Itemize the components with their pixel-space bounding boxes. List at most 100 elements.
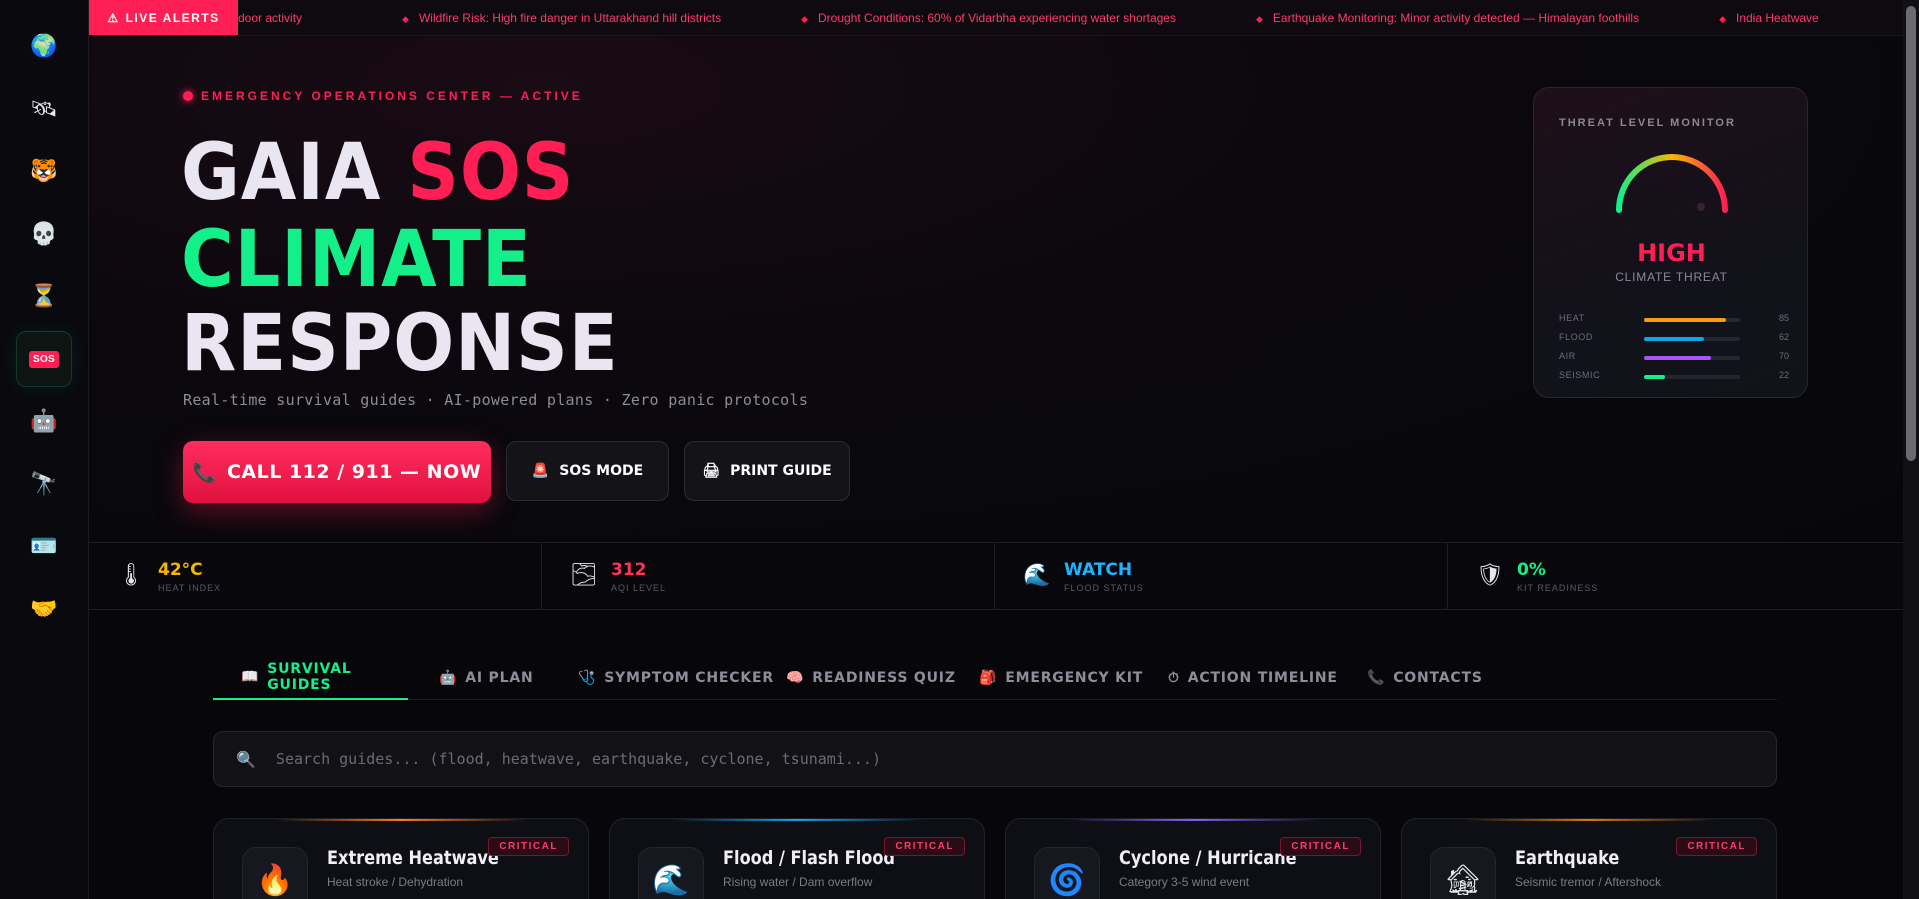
stat-value: 312 <box>611 560 647 580</box>
ticker-item: door activity <box>238 11 303 25</box>
cyclone-icon: 🌀 <box>1034 847 1100 899</box>
page-title-line-1: GAIA SOS <box>181 128 575 218</box>
card-subtitle: Seismic tremor / Aftershock <box>1515 875 1662 889</box>
globe-icon[interactable]: 🌍 <box>22 24 66 68</box>
sos-icon: SOS <box>28 350 60 368</box>
thermometer-icon: 🌡 <box>117 563 145 588</box>
tab-survival-guides[interactable]: 📖 SURVIVAL GUIDES <box>213 656 408 700</box>
call-emergency-button[interactable]: 📞 CALL 112 / 911 — NOW <box>183 441 491 503</box>
stat-aqi-level: 🌫 312 AQI LEVEL <box>542 543 995 609</box>
threat-gauge <box>1616 154 1728 213</box>
id-card-icon[interactable]: 🪪 <box>22 524 66 568</box>
tiger-icon[interactable]: 🐯 <box>22 149 66 193</box>
tab-symptom-checker[interactable]: 🩺 SYMPTOM CHECKER <box>578 656 774 700</box>
tab-action-timeline[interactable]: ⏱ ACTION TIMELINE <box>1168 656 1338 700</box>
threat-meter-heat: HEAT 85 <box>1559 313 1789 327</box>
meter-value: 85 <box>1778 313 1789 323</box>
search-input[interactable] <box>275 750 1676 768</box>
card-accent-line <box>274 819 528 821</box>
skull-icon[interactable]: 💀 <box>22 212 66 256</box>
meter-fill <box>1644 356 1712 360</box>
stat-label: HEAT INDEX <box>158 583 222 593</box>
meter-value: 62 <box>1778 332 1789 342</box>
ticker-items: door activity ◆ Wildfire Risk: High fire … <box>238 0 1899 35</box>
tagline: Real-time survival guides · AI-powered p… <box>183 391 809 409</box>
card-title: Extreme Heatwave <box>327 847 499 869</box>
card-subtitle: Heat stroke / Dehydration <box>327 875 464 889</box>
fog-icon: 🌫 <box>570 563 598 588</box>
card-title: Earthquake <box>1515 847 1620 869</box>
hourglass-icon[interactable]: ⏳ <box>22 274 66 318</box>
severity-badge: CRITICAL <box>1676 837 1757 856</box>
threat-title: THREAT LEVEL MONITOR <box>1559 117 1736 129</box>
meter-track <box>1644 356 1740 360</box>
stat-label: FLOOD STATUS <box>1064 583 1144 593</box>
stat-value: 0% <box>1517 560 1546 580</box>
meter-track <box>1644 318 1740 322</box>
phone-icon: 📞 <box>1367 670 1386 686</box>
stat-value: 42°C <box>158 560 203 580</box>
stat-flood-status: 🌊 WATCH FLOOD STATUS <box>995 543 1448 609</box>
threat-meter-air: AIR 70 <box>1559 351 1789 365</box>
meter-fill <box>1644 318 1726 322</box>
fire-icon: 🔥 <box>242 847 308 899</box>
sidebar-item-sos[interactable]: SOS <box>16 331 72 387</box>
tab-contacts[interactable]: 📞 CONTACTS <box>1367 656 1483 700</box>
hero: EMERGENCY OPERATIONS CENTER — ACTIVE GAI… <box>89 36 1903 542</box>
meter-fill <box>1644 337 1704 341</box>
telescope-icon[interactable]: 🔭 <box>22 462 66 506</box>
severity-badge: CRITICAL <box>1280 837 1361 856</box>
phone-icon: 📞 <box>192 461 217 484</box>
shield-icon: 🛡 <box>1476 563 1504 588</box>
ticker-item: ◆ Wildfire Risk: High fire danger in Utta… <box>402 11 722 25</box>
live-alerts-text: LIVE ALERTS <box>125 11 220 25</box>
card-accent-line <box>1066 819 1320 821</box>
severity-badge: CRITICAL <box>884 837 965 856</box>
brain-icon: 🧠 <box>786 670 805 686</box>
stats-bar: 🌡 42°C HEAT INDEX 🌫 312 AQI LEVEL 🌊 WATC… <box>89 542 1903 610</box>
meter-track <box>1644 337 1740 341</box>
stat-label: KIT READINESS <box>1517 583 1599 593</box>
alert-dot-icon: ◆ <box>1255 14 1263 24</box>
warning-icon: ⚠ <box>107 11 120 25</box>
card-accent-line <box>670 819 924 821</box>
tab-readiness-quiz[interactable]: 🧠 READINESS QUIZ <box>786 656 956 700</box>
alert-dot-icon: ◆ <box>801 14 808 24</box>
stat-kit-readiness: 🛡 0% KIT READINESS <box>1448 543 1901 609</box>
threat-level-value: HIGH <box>1637 239 1706 267</box>
handshake-icon[interactable]: 🤝 <box>22 587 66 631</box>
meter-value: 70 <box>1778 351 1789 361</box>
scrollbar-thumb[interactable] <box>1906 6 1916 461</box>
stat-heat-index: 🌡 42°C HEAT INDEX <box>89 543 542 609</box>
sos-mode-button[interactable]: 🚨 SOS MODE <box>506 441 669 501</box>
card-title: Cyclone / Hurricane <box>1119 847 1297 869</box>
live-dot-icon <box>183 91 193 101</box>
alert-ticker: ⚠ LIVE ALERTS door activity ◆ Wildfire Ri… <box>89 0 1903 36</box>
damaged-house-icon: 🏚 <box>1430 847 1496 899</box>
printer-icon: 🖨 <box>702 463 721 479</box>
ticker-item: ◆ India Heatwave <box>1719 11 1819 25</box>
book-icon: 📖 <box>241 669 260 685</box>
print-guide-button[interactable]: 🖨 PRINT GUIDE <box>684 441 850 501</box>
page-title-line-3: RESPONSE <box>181 299 619 389</box>
threat-meter-flood: FLOOD 62 <box>1559 332 1789 346</box>
meter-label: FLOOD <box>1559 332 1594 342</box>
tab-ai-plan[interactable]: 🤖 AI PLAN <box>439 656 534 700</box>
card-subtitle: Category 3-5 wind event <box>1119 875 1250 889</box>
page-title-line-2: CLIMATE <box>181 215 532 305</box>
guide-card-cyclone[interactable]: 🌀 Cyclone / Hurricane Category 3-5 wind … <box>1005 818 1381 899</box>
guide-card-flood[interactable]: 🌊 Flood / Flash Flood Rising water / Dam… <box>609 818 985 899</box>
backpack-icon: 🎒 <box>979 670 998 686</box>
guide-card-heatwave[interactable]: 🔥 Extreme Heatwave Heat stroke / Dehydra… <box>213 818 589 899</box>
page-scrollbar[interactable] <box>1903 0 1919 899</box>
threat-level-monitor: THREAT LEVEL MONITOR HIGH CLIMATE THREAT… <box>1533 87 1808 398</box>
satellite-icon[interactable]: 🛰 <box>22 87 66 131</box>
sidebar: 🌍 🛰 🐯 💀 ⏳ SOS 🤖 🔭 🪪 🤝 <box>0 0 89 899</box>
guide-card-earthquake[interactable]: 🏚 Earthquake Seismic tremor / Aftershock… <box>1401 818 1777 899</box>
ticker-item: ◆ Earthquake Monitoring: Minor activity d… <box>1255 11 1640 25</box>
stat-label: AQI LEVEL <box>611 583 667 593</box>
tab-emergency-kit[interactable]: 🎒 EMERGENCY KIT <box>979 656 1143 700</box>
robot-icon[interactable]: 🤖 <box>22 399 66 443</box>
stat-value: WATCH <box>1064 560 1133 580</box>
robot-icon: 🤖 <box>439 670 458 686</box>
